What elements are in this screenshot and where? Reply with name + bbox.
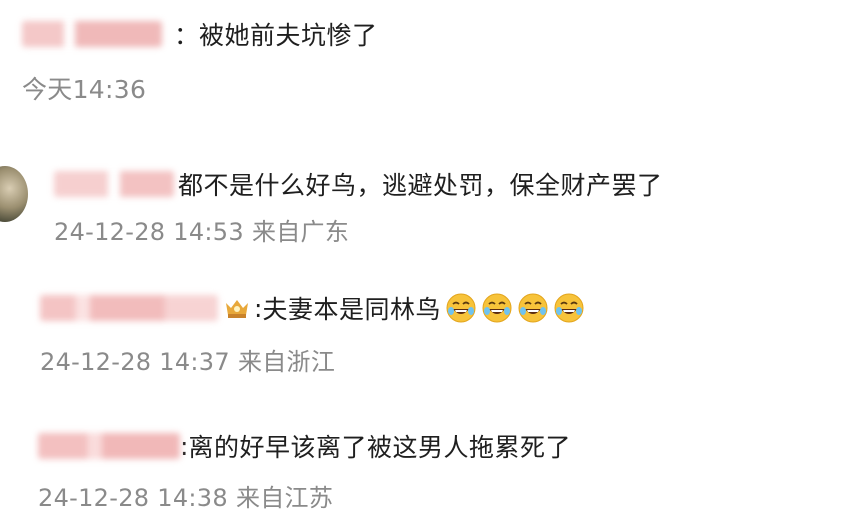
comment-text: 都不是什么好鸟，逃避处罚，保全财产罢了	[178, 171, 663, 200]
location: 来自浙江	[237, 348, 336, 376]
laughing-crying-face-emoji	[518, 293, 548, 323]
crown-badge-icon	[226, 300, 248, 318]
comment-meta: 24-12-28 14:37 来自浙江	[40, 342, 343, 377]
comment-row: : 离的好早该离了被这男人拖累死了	[38, 428, 571, 464]
timestamp: 24-12-28 14:38	[38, 484, 228, 512]
location: 来自广东	[251, 218, 350, 246]
comment-row: 都不是什么好鸟，逃避处罚，保全财产罢了	[54, 166, 663, 202]
separator: :	[180, 431, 189, 461]
laughing-crying-face-emoji	[482, 293, 512, 323]
location: 来自江苏	[235, 484, 334, 512]
comment-meta: 24-12-28 14:53 来自广东	[54, 212, 357, 247]
timestamp: 今天14:36	[22, 75, 147, 104]
avatar[interactable]	[0, 166, 28, 222]
comment-row: ： 被她前夫坑惨了	[22, 16, 378, 52]
separator: ：	[174, 21, 200, 50]
timestamp: 24-12-28 14:53	[54, 218, 244, 246]
comment-row: : 夫妻本是同林鸟	[40, 290, 585, 326]
blurred-username[interactable]	[40, 295, 218, 321]
separator: :	[254, 293, 263, 323]
blurred-username[interactable]	[54, 171, 174, 197]
comment-text: 夫妻本是同林鸟	[262, 295, 441, 324]
laughing-crying-face-emoji	[446, 293, 476, 323]
laughing-crying-face-emoji	[554, 293, 584, 323]
comment-text: 离的好早该离了被这男人拖累死了	[188, 433, 571, 462]
comment-meta: 24-12-28 14:38 来自江苏	[38, 478, 341, 513]
blurred-username[interactable]	[38, 433, 180, 459]
timestamp: 24-12-28 14:37	[40, 348, 230, 376]
comment-text: 被她前夫坑惨了	[199, 21, 378, 50]
comment-meta: 今天14:36	[22, 70, 154, 106]
blurred-username[interactable]	[22, 21, 162, 47]
